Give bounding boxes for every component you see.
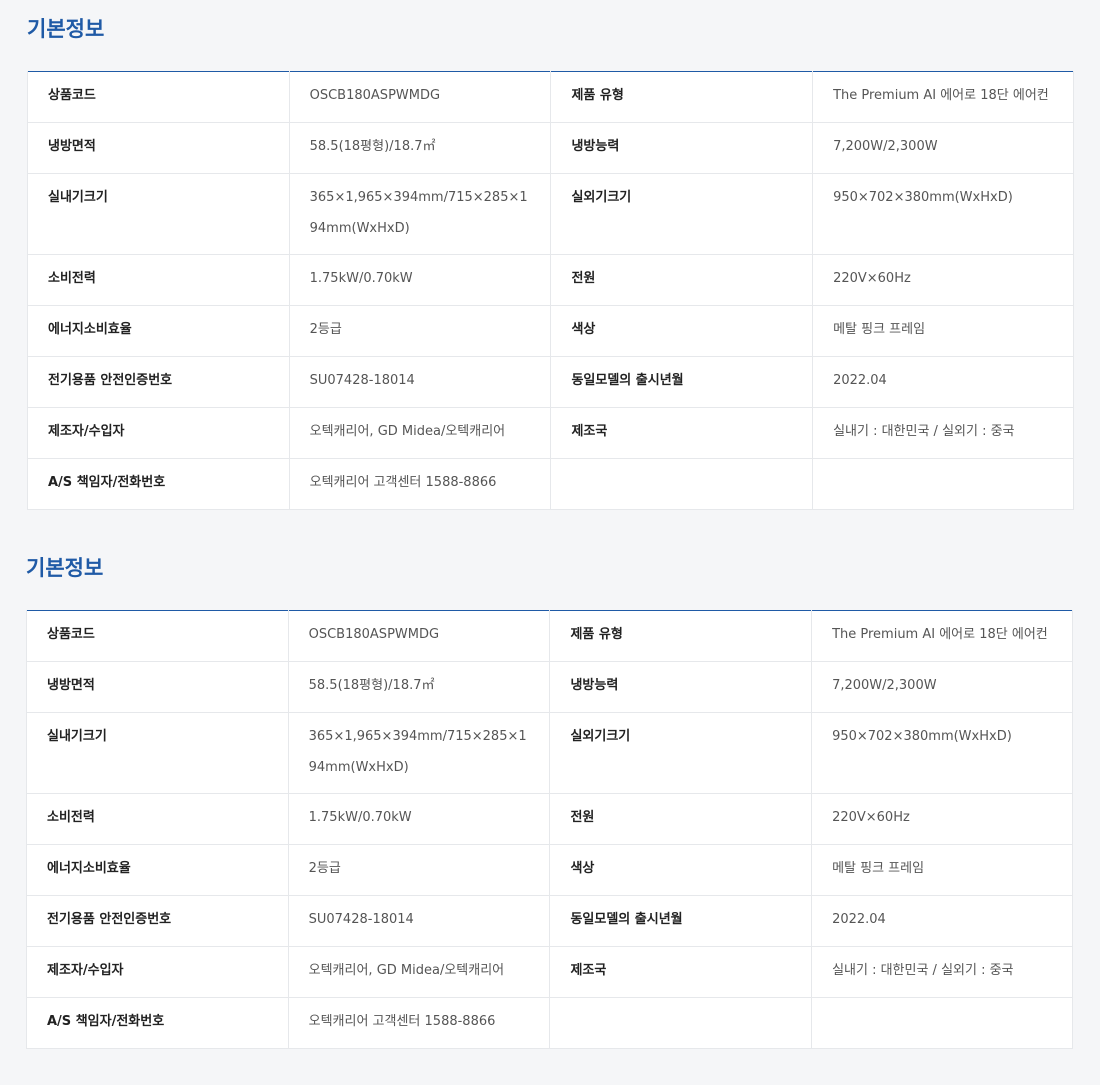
row-value: 오텍캐리어 고객센터 1588-8866 (308, 1014, 496, 1029)
row-value: 365×1,965×394mm/715×285×194mm(WxHxD) (309, 190, 528, 236)
table-row: 냉방면적 58.5(18평형)/18.7㎡ 냉방능력 7,200W/2,300W (26, 661, 1073, 713)
row-value: 2등급 (308, 861, 341, 876)
row-key: 실내기크기 (48, 190, 108, 205)
row-value: 7,200W/2,300W (832, 678, 937, 693)
row-value: 오텍캐리어, GD Midea/오텍캐리어 (308, 963, 505, 978)
row-value: 220V×60Hz (832, 810, 910, 825)
table-row: 냉방면적 58.5(18평형)/18.7㎡ 냉방능력 7,200W/2,300W (27, 122, 1074, 174)
table-row: A/S 책임자/전화번호 오텍캐리어 고객센터 1588-8866 (26, 997, 1073, 1049)
row-value: 실내기 : 대한민국 / 실외기 : 중국 (832, 963, 1014, 978)
row-value: 메탈 핑크 프레임 (833, 322, 926, 337)
row-value: 58.5(18평형)/18.7㎡ (308, 678, 435, 693)
table-row: 제조자/수입자 오텍캐리어, GD Midea/오텍캐리어 제조국 실내기 : … (26, 946, 1073, 998)
row-key: 상품코드 (47, 627, 95, 642)
row-value: The Premium AI 에어로 18단 에어컨 (832, 627, 1048, 642)
spec-section: 기본정보 상품코드 OSCB180ASPWMDG 제품 유형 The Premi… (27, 14, 1074, 510)
row-value: 2022.04 (833, 373, 887, 388)
row-key: 동일모델의 출시년월 (571, 373, 684, 388)
table-row: 소비전력 1.75kW/0.70kW 전원 220V×60Hz (26, 793, 1073, 845)
row-value: 실내기 : 대한민국 / 실외기 : 중국 (833, 424, 1015, 439)
row-value: OSCB180ASPWMDG (309, 88, 441, 103)
row-key: 소비전력 (47, 810, 95, 825)
spec-table: 상품코드 OSCB180ASPWMDG 제품 유형 The Premium AI… (27, 71, 1074, 510)
row-key: A/S 책임자/전화번호 (48, 475, 166, 490)
section-title: 기본정보 (26, 556, 104, 580)
row-value: 오텍캐리어 고객센터 1588-8866 (309, 475, 497, 490)
row-value: 58.5(18평형)/18.7㎡ (309, 139, 436, 154)
row-value: SU07428-18014 (309, 373, 415, 388)
row-value: 1.75kW/0.70kW (309, 271, 413, 286)
row-value: 365×1,965×394mm/715×285×194mm(WxHxD) (308, 729, 527, 775)
table-row: 에너지소비효율 2등급 색상 메탈 핑크 프레임 (27, 305, 1074, 357)
row-value: The Premium AI 에어로 18단 에어컨 (833, 88, 1049, 103)
table-row: 제조자/수입자 오텍캐리어, GD Midea/오텍캐리어 제조국 실내기 : … (27, 407, 1074, 459)
row-key: 제조국 (570, 963, 607, 978)
table-row: A/S 책임자/전화번호 오텍캐리어 고객센터 1588-8866 (27, 458, 1074, 510)
row-key: 실외기크기 (571, 190, 632, 205)
row-key: 냉방면적 (48, 139, 96, 154)
row-key: 제조자/수입자 (47, 963, 124, 978)
table-row: 실내기크기 365×1,965×394mm/715×285×194mm(WxHx… (27, 173, 1074, 255)
row-value: 1.75kW/0.70kW (308, 810, 412, 825)
spec-section: 기본정보 상품코드 OSCB180ASPWMDG 제품 유형 The Premi… (26, 553, 1073, 1049)
row-key: 색상 (570, 861, 595, 876)
table-row: 전기용품 안전인증번호 SU07428-18014 동일모델의 출시년월 202… (26, 895, 1073, 947)
row-key: 전기용품 안전인증번호 (48, 373, 173, 388)
row-key: 제조국 (571, 424, 608, 439)
row-key: 전원 (571, 271, 596, 286)
row-key: 실외기크기 (570, 729, 631, 744)
row-key: 상품코드 (48, 88, 96, 103)
row-value: 7,200W/2,300W (833, 139, 938, 154)
row-key: 냉방면적 (47, 678, 95, 693)
row-value: SU07428-18014 (308, 912, 414, 927)
row-key: 동일모델의 출시년월 (570, 912, 683, 927)
row-value: OSCB180ASPWMDG (308, 627, 440, 642)
row-key: 제품 유형 (571, 88, 624, 103)
row-key: 냉방능력 (570, 678, 619, 693)
row-key: 냉방능력 (571, 139, 620, 154)
row-value: 950×702×380mm(WxHxD) (833, 190, 1013, 205)
row-value: 메탈 핑크 프레임 (832, 861, 925, 876)
row-value: 2022.04 (832, 912, 886, 927)
row-value: 220V×60Hz (833, 271, 911, 286)
row-key: A/S 책임자/전화번호 (47, 1014, 165, 1029)
row-value: 오텍캐리어, GD Midea/오텍캐리어 (309, 424, 506, 439)
table-row: 상품코드 OSCB180ASPWMDG 제품 유형 The Premium AI… (27, 71, 1074, 123)
row-key: 전원 (570, 810, 595, 825)
row-key: 에너지소비효율 (47, 861, 131, 876)
row-value: 2등급 (309, 322, 342, 337)
row-key: 에너지소비효율 (48, 322, 132, 337)
section-title: 기본정보 (27, 17, 105, 41)
row-key: 전기용품 안전인증번호 (47, 912, 172, 927)
table-row: 에너지소비효율 2등급 색상 메탈 핑크 프레임 (26, 844, 1073, 896)
table-row: 상품코드 OSCB180ASPWMDG 제품 유형 The Premium AI… (26, 610, 1073, 662)
row-key: 실내기크기 (47, 729, 107, 744)
row-key: 제조자/수입자 (48, 424, 125, 439)
table-row: 실내기크기 365×1,965×394mm/715×285×194mm(WxHx… (26, 712, 1073, 794)
row-value: 950×702×380mm(WxHxD) (832, 729, 1012, 744)
table-row: 소비전력 1.75kW/0.70kW 전원 220V×60Hz (27, 254, 1074, 306)
row-key: 소비전력 (48, 271, 96, 286)
spec-table: 상품코드 OSCB180ASPWMDG 제품 유형 The Premium AI… (26, 610, 1073, 1049)
row-key: 제품 유형 (570, 627, 623, 642)
row-key: 색상 (571, 322, 596, 337)
table-row: 전기용품 안전인증번호 SU07428-18014 동일모델의 출시년월 202… (27, 356, 1074, 408)
